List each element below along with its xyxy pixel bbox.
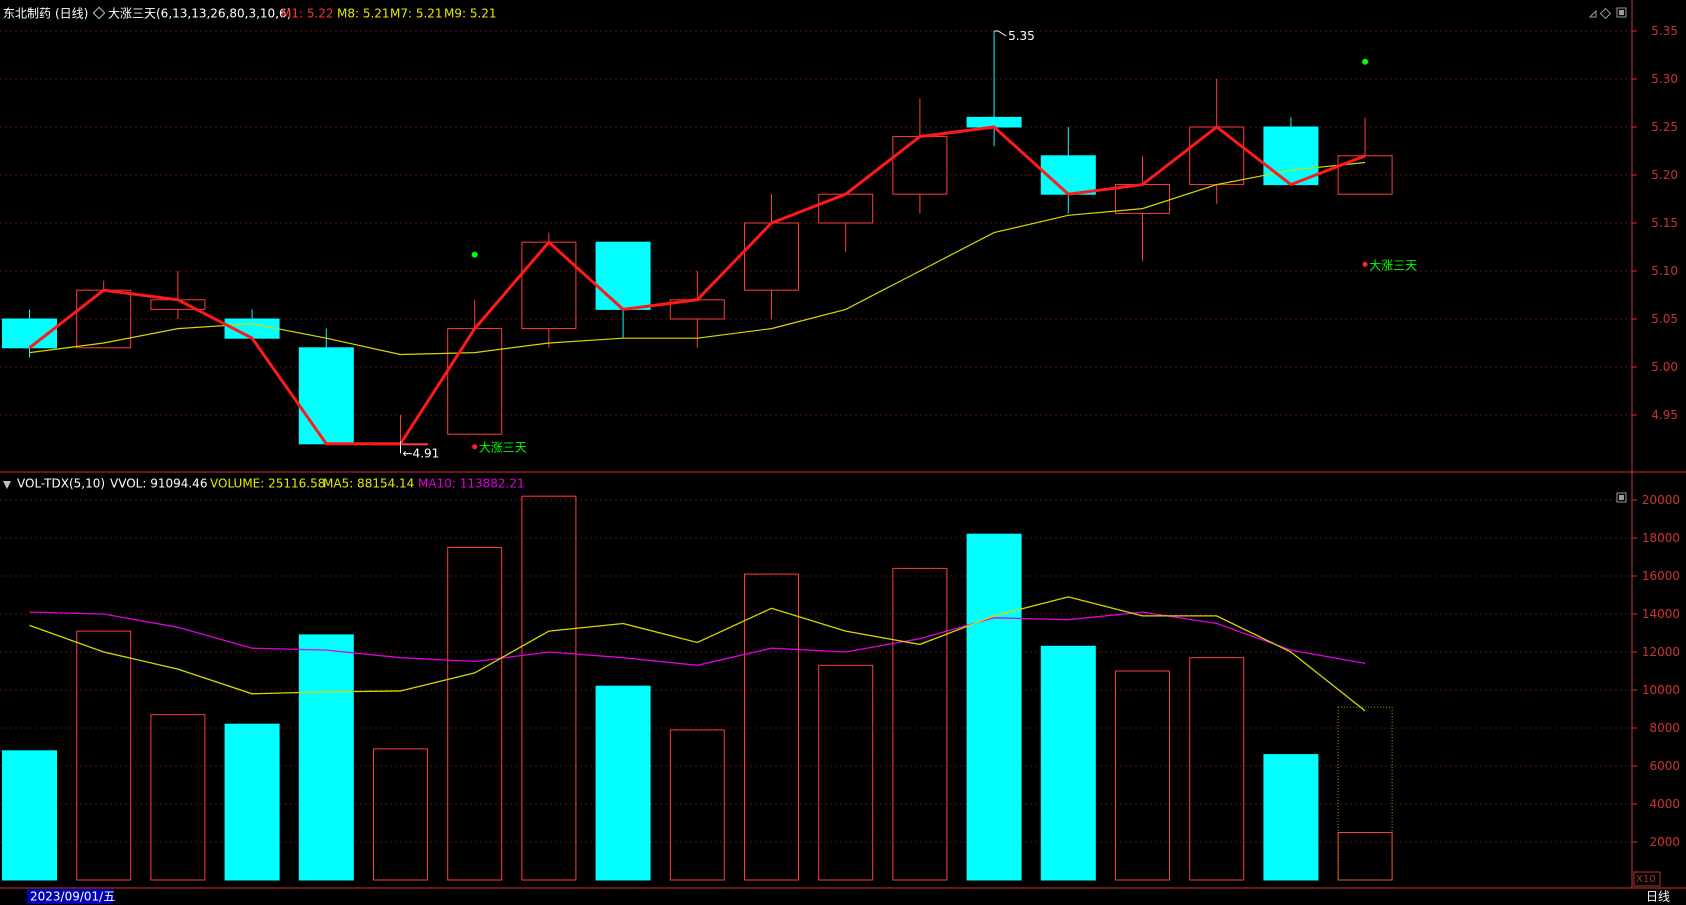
m1-value: M1: 5.22 (281, 7, 334, 21)
signal-dot (1362, 261, 1368, 267)
scale-label[interactable]: X10 (1636, 874, 1656, 885)
date-cursor-label: 2023/09/01/五 (30, 890, 115, 904)
vvol-value: VVOL: 91094.46 (110, 477, 207, 491)
indicator-name[interactable]: 大涨三天(6,13,13,26,80,3,10,6) (108, 6, 291, 21)
ma10-value: MA10: 113882.21 (418, 477, 525, 491)
price-tick-label: 5.10 (1651, 264, 1678, 278)
low-label: ←4.91 (403, 446, 440, 460)
volume-value: VOLUME: 25116.58 (210, 477, 325, 491)
stock-chart[interactable]: 东北制药 (日线) 大涨三天(6,13,13,26,80,3,10,6) M1:… (0, 0, 1686, 905)
signal-label: 大涨三天 (479, 440, 527, 455)
volume-bar[interactable] (298, 634, 354, 881)
m8-value: M8: 5.21 (337, 7, 390, 21)
volume-tick-label: 2000 (1649, 835, 1680, 849)
volume-tick-label: 10000 (1642, 683, 1680, 697)
volume-bar[interactable] (2, 750, 57, 881)
price-tick-label: 5.00 (1651, 360, 1678, 374)
vol-indicator-name[interactable]: VOL-TDX(5,10) (17, 477, 105, 491)
price-tick-label: 5.20 (1651, 168, 1678, 182)
volume-tick-label: 12000 (1642, 645, 1680, 659)
m9-value: M9: 5.21 (444, 7, 497, 21)
ma5-value: MA5: 88154.14 (323, 477, 414, 491)
candle[interactable] (1040, 155, 1096, 195)
price-tick-label: 5.30 (1651, 72, 1678, 86)
volume-tick-label: 8000 (1649, 721, 1680, 735)
volume-bar[interactable] (1040, 645, 1096, 881)
volume-tick-label: 18000 (1642, 531, 1680, 545)
volume-bar[interactable] (595, 685, 651, 881)
candle[interactable] (595, 241, 651, 310)
price-tick-label: 5.15 (1651, 216, 1678, 230)
candle[interactable] (298, 347, 354, 445)
volume-tick-label: 6000 (1649, 759, 1680, 773)
volume-tick-label: 4000 (1649, 797, 1680, 811)
period-button[interactable]: 日线 (1646, 890, 1670, 904)
price-tick-label: 5.25 (1651, 120, 1678, 134)
signal-label: 大涨三天 (1369, 257, 1417, 272)
period-label: (日线) (55, 7, 88, 21)
signal-green-dot (471, 251, 478, 258)
volume-bar[interactable] (1263, 754, 1319, 881)
m7-value: M7: 5.21 (390, 7, 443, 21)
price-tick-label: 5.05 (1651, 312, 1678, 326)
price-tick-label: 5.35 (1651, 24, 1678, 38)
stock-name: 东北制药 (3, 7, 51, 21)
price-tick-label: 4.95 (1651, 408, 1678, 422)
high-label: 5.35 (1008, 29, 1035, 43)
volume-bar[interactable] (224, 723, 280, 881)
volume-bar[interactable] (966, 533, 1022, 881)
signal-green-dot (1362, 58, 1369, 65)
signal-dot (472, 444, 478, 450)
volume-tick-label: 14000 (1642, 607, 1680, 621)
volume-tick-label: 16000 (1642, 569, 1680, 583)
volume-tick-label: 20000 (1642, 493, 1680, 507)
